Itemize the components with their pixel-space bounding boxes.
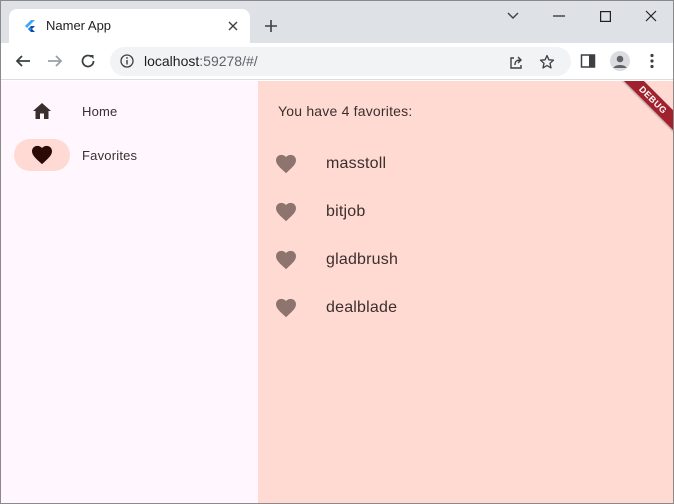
kebab-menu-icon[interactable] xyxy=(640,49,664,73)
home-icon xyxy=(14,95,70,127)
heart-icon xyxy=(274,200,298,224)
navigation-rail: Home Favorites xyxy=(1,81,258,503)
list-item[interactable]: masstoll xyxy=(274,144,654,184)
rail-item-home[interactable]: Home xyxy=(14,95,244,127)
back-arrow-icon[interactable] xyxy=(10,48,36,74)
favorite-word: gladbrush xyxy=(326,251,399,268)
star-icon[interactable] xyxy=(537,52,557,72)
flutter-app: Home Favorites You have 4 favorites: mas… xyxy=(1,81,673,503)
url-path: :59278/#/ xyxy=(199,53,258,69)
forward-arrow-icon[interactable] xyxy=(42,48,68,74)
share-icon[interactable] xyxy=(506,52,526,72)
avatar xyxy=(610,51,630,71)
favorites-page: You have 4 favorites: masstoll bitjob gl… xyxy=(258,81,673,503)
debug-banner: DEBUG xyxy=(614,81,673,139)
rail-item-label: Home xyxy=(82,103,118,119)
rail-item-label: Favorites xyxy=(82,147,138,163)
url-host: localhost xyxy=(144,53,200,69)
minimize-icon[interactable] xyxy=(536,1,582,31)
favorite-word: masstoll xyxy=(326,155,387,172)
close-icon[interactable] xyxy=(224,17,242,35)
close-icon[interactable] xyxy=(628,1,673,31)
chevron-down-icon[interactable] xyxy=(490,1,536,31)
browser-window: Namer App localhost:59278/#/ Home Favori… xyxy=(0,0,674,504)
heart-icon xyxy=(14,139,70,171)
tab-title: Namer App xyxy=(46,18,112,33)
browser-tab[interactable]: Namer App xyxy=(9,9,250,43)
side-panel-icon[interactable] xyxy=(576,49,600,73)
list-item[interactable]: dealblade xyxy=(274,288,654,328)
flutter-icon xyxy=(23,19,37,33)
favorite-word: dealblade xyxy=(326,299,398,316)
info-icon[interactable] xyxy=(120,54,134,68)
favorite-word: bitjob xyxy=(326,203,366,220)
address-bar[interactable]: localhost:59278/#/ xyxy=(110,47,571,76)
favorites-count: You have 4 favorites: xyxy=(278,103,413,119)
heart-icon xyxy=(274,248,298,272)
list-item[interactable]: gladbrush xyxy=(274,240,654,280)
plus-icon[interactable] xyxy=(260,15,282,37)
maximize-icon[interactable] xyxy=(582,1,628,31)
reload-icon[interactable] xyxy=(75,48,101,74)
url-text: localhost:59278/#/ xyxy=(144,53,258,69)
browser-toolbar: localhost:59278/#/ xyxy=(1,43,673,80)
heart-icon xyxy=(274,152,298,176)
list-item[interactable]: bitjob xyxy=(274,192,654,232)
tab-strip: Namer App xyxy=(1,1,673,43)
profile-icon[interactable] xyxy=(608,49,632,73)
rail-item-favorites[interactable]: Favorites xyxy=(14,139,244,171)
heart-icon xyxy=(274,296,298,320)
